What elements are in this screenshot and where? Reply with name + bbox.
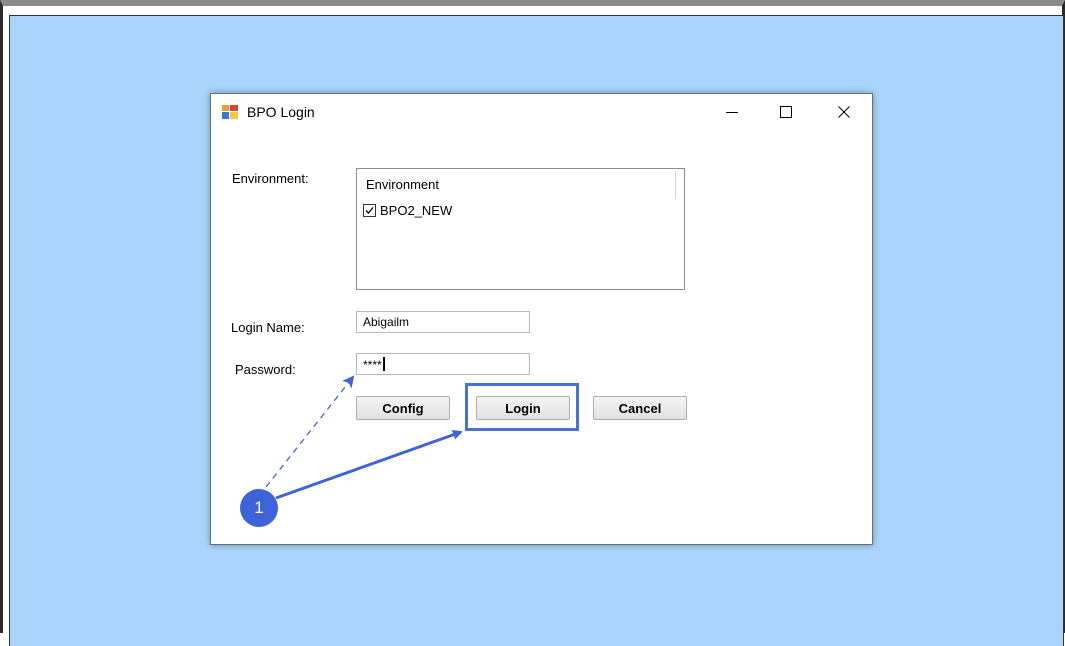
environment-checkbox[interactable] [363,204,376,217]
list-item[interactable]: BPO2_NEW [363,203,452,218]
checkmark-icon [365,207,374,214]
close-button[interactable] [821,94,867,130]
cancel-button[interactable]: Cancel [593,396,687,420]
column-separator [675,171,676,199]
environment-column-header[interactable]: Environment [366,177,439,192]
bpo-login-window: BPO Login Environment: Environment BPO2_… [210,93,873,545]
text-caret [382,357,385,371]
minimize-button[interactable] [709,94,755,130]
environment-item-label: BPO2_NEW [380,203,453,218]
title-bar[interactable]: BPO Login [211,94,872,130]
minimize-icon [726,112,738,113]
password-label: Password: [235,362,296,377]
close-icon [838,106,850,118]
maximize-button[interactable] [763,94,809,130]
app-icon [222,105,238,119]
password-field[interactable]: **** [356,353,530,375]
login-name-value: Abigailm [363,315,410,329]
config-button[interactable]: Config [356,396,450,420]
step-badge: 1 [240,489,278,527]
login-name-label: Login Name: [231,320,305,335]
login-highlight-box [465,383,579,431]
window-title: BPO Login [247,104,315,120]
password-value: **** [363,358,382,372]
maximize-icon [780,106,792,118]
login-name-field[interactable]: Abigailm [356,311,530,333]
environment-label: Environment: [232,171,309,186]
environment-listbox[interactable]: Environment BPO2_NEW [356,168,685,290]
